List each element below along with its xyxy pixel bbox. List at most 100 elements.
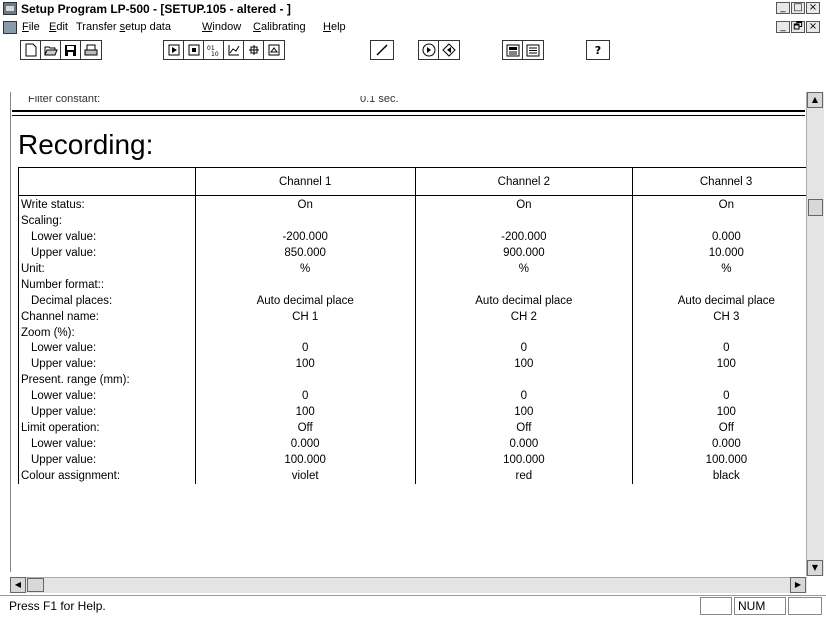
print-icon[interactable] xyxy=(81,41,101,59)
cell-channel-2[interactable]: On xyxy=(414,195,633,214)
cell-channel-3[interactable] xyxy=(632,372,820,389)
device-icon[interactable] xyxy=(503,41,523,59)
cell-channel-1[interactable]: 100 xyxy=(194,356,416,373)
open-icon[interactable] xyxy=(41,41,61,59)
cell-channel-3[interactable]: black xyxy=(632,468,820,485)
cell-channel-2[interactable]: 100.000 xyxy=(414,452,633,469)
table-row: Zoom (%): xyxy=(18,325,820,342)
chart-icon[interactable] xyxy=(224,41,244,59)
menu-calibrating[interactable]: Calibrating xyxy=(253,21,306,33)
maximize-button[interactable]: □ xyxy=(791,2,805,14)
section-title: Recording: xyxy=(18,129,154,160)
cell-channel-3[interactable]: Auto decimal place xyxy=(632,293,820,310)
toolbar-group-device xyxy=(502,40,544,60)
cell-channel-3[interactable]: 100.000 xyxy=(632,452,820,469)
play-icon[interactable] xyxy=(164,41,184,59)
header-channel-2: Channel 2 xyxy=(414,167,634,196)
cell-channel-1[interactable]: 100 xyxy=(194,404,416,421)
cell-channel-2[interactable]: -200.000 xyxy=(414,229,633,246)
header-channel-3: Channel 3 xyxy=(632,167,820,196)
menu-file[interactable]: File xyxy=(22,21,40,33)
cell-channel-1[interactable] xyxy=(194,213,416,230)
cell-channel-2[interactable]: red xyxy=(414,468,633,485)
cell-channel-2[interactable] xyxy=(414,372,633,389)
table-row: Upper value: 100 100 100 xyxy=(18,356,820,373)
cell-channel-3[interactable]: % xyxy=(632,261,820,278)
cell-channel-1[interactable]: Auto decimal place xyxy=(194,293,416,310)
cell-channel-2[interactable]: Off xyxy=(414,420,633,437)
cell-channel-1[interactable]: 100.000 xyxy=(194,452,416,469)
minimize-button[interactable]: _ xyxy=(776,2,790,14)
upload-icon[interactable] xyxy=(439,41,459,59)
save-icon[interactable] xyxy=(61,41,81,59)
cell-channel-1[interactable]: Off xyxy=(194,420,416,437)
cell-channel-3[interactable]: 0.000 xyxy=(632,229,820,246)
list-icon[interactable] xyxy=(523,41,543,59)
cell-channel-1[interactable] xyxy=(194,372,416,389)
cell-channel-1[interactable]: violet xyxy=(194,468,416,485)
cell-channel-1[interactable]: % xyxy=(194,261,416,278)
cell-channel-2[interactable]: 0 xyxy=(414,388,633,405)
cell-channel-3[interactable]: 0.000 xyxy=(632,436,820,453)
cell-channel-3[interactable] xyxy=(632,325,820,342)
menu-transfer-setup-data[interactable]: Transfer setup data xyxy=(76,21,171,33)
scroll-right-arrow-icon[interactable]: ▶ xyxy=(790,577,806,593)
cell-channel-3[interactable]: 0 xyxy=(632,388,820,405)
cell-channel-3[interactable]: Off xyxy=(632,420,820,437)
cell-channel-3[interactable]: On xyxy=(632,195,820,214)
cell-channel-1[interactable] xyxy=(194,325,416,342)
cell-channel-2[interactable]: 900.000 xyxy=(414,245,633,262)
scroll-up-arrow-icon[interactable]: ▲ xyxy=(807,92,823,108)
transfer-icon[interactable] xyxy=(244,41,264,59)
new-icon[interactable] xyxy=(21,41,41,59)
cell-channel-2[interactable]: % xyxy=(414,261,633,278)
doc-minimize-button[interactable]: _ xyxy=(776,21,790,33)
table-row: Lower value: 0 0 0 xyxy=(18,341,820,357)
cell-channel-3[interactable]: 100 xyxy=(632,356,820,373)
menu-help[interactable]: Help xyxy=(323,21,346,33)
horizontal-scroll-thumb[interactable] xyxy=(27,578,44,592)
cell-channel-1[interactable]: 0 xyxy=(194,388,416,405)
help-icon[interactable]: ? xyxy=(587,41,609,59)
cell-channel-3[interactable] xyxy=(632,277,820,294)
vertical-scroll-thumb[interactable] xyxy=(808,199,823,216)
cell-channel-2[interactable] xyxy=(414,213,633,230)
cell-channel-3[interactable]: 10.000 xyxy=(632,245,820,262)
cell-channel-1[interactable]: 850.000 xyxy=(194,245,416,262)
cell-channel-3[interactable]: 100 xyxy=(632,404,820,421)
close-button[interactable]: × xyxy=(806,2,820,14)
download-icon[interactable] xyxy=(419,41,439,59)
horizontal-scrollbar[interactable] xyxy=(10,577,807,593)
cell-channel-2[interactable]: 100 xyxy=(414,404,633,421)
menu-edit[interactable]: Edit xyxy=(49,21,68,33)
doc-close-button[interactable]: × xyxy=(806,21,820,33)
cell-channel-3[interactable] xyxy=(632,213,820,230)
scroll-down-arrow-icon[interactable]: ▼ xyxy=(807,560,823,576)
doc-restore-button[interactable]: 🗗 xyxy=(791,21,805,33)
cell-channel-1[interactable]: CH 1 xyxy=(194,309,416,326)
cell-channel-2[interactable]: 0.000 xyxy=(414,436,633,453)
binary-icon[interactable]: 01 10 xyxy=(204,41,224,59)
cell-channel-2[interactable]: 0 xyxy=(414,341,633,357)
cell-channel-3[interactable]: CH 3 xyxy=(632,309,820,326)
cell-channel-2[interactable]: 100 xyxy=(414,356,633,373)
cell-channel-2[interactable]: CH 2 xyxy=(414,309,633,326)
record-icon[interactable] xyxy=(264,41,284,59)
document-icon[interactable] xyxy=(3,21,17,34)
cell-channel-1[interactable]: 0.000 xyxy=(194,436,416,453)
menu-window[interactable]: Window xyxy=(202,21,241,33)
stop-icon[interactable] xyxy=(184,41,204,59)
cell-channel-2[interactable] xyxy=(414,277,633,294)
cell-channel-1[interactable]: -200.000 xyxy=(194,229,416,246)
cell-channel-2[interactable]: Auto decimal place xyxy=(414,293,633,310)
app-icon[interactable] xyxy=(3,2,17,15)
vertical-scrollbar[interactable] xyxy=(806,92,824,576)
cell-channel-1[interactable] xyxy=(194,277,416,294)
cell-channel-2[interactable] xyxy=(414,325,633,342)
header-channel-1: Channel 1 xyxy=(194,167,416,196)
line-icon[interactable] xyxy=(371,41,393,59)
cell-channel-1[interactable]: On xyxy=(194,195,416,214)
cell-channel-3[interactable]: 0 xyxy=(632,341,820,357)
scroll-left-arrow-icon[interactable]: ◀ xyxy=(10,577,26,593)
cell-channel-1[interactable]: 0 xyxy=(194,341,416,357)
